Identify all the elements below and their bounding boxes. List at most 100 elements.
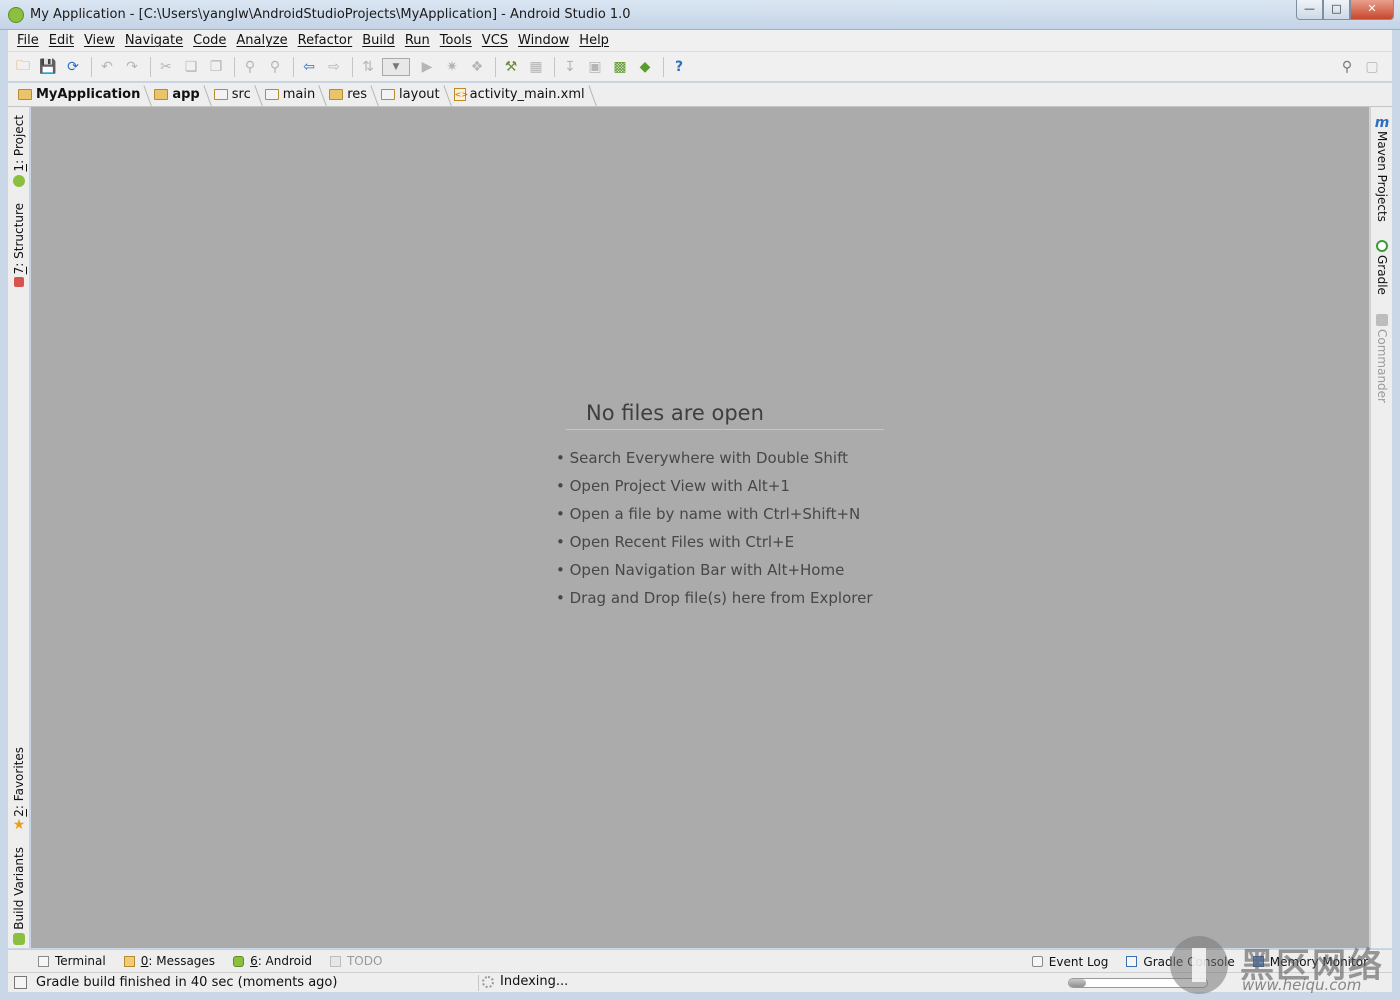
menu-build[interactable]: Build (357, 33, 400, 48)
mnemonic: 2 (12, 809, 26, 817)
toolbar-separator (495, 56, 496, 77)
tool-tab-gradle[interactable]: Gradle (1371, 237, 1393, 295)
tool-tab-todo[interactable]: TODO (329, 954, 382, 968)
open-icon[interactable]: 🗀 (12, 56, 34, 78)
toggle-tool-windows-icon[interactable] (14, 976, 27, 989)
menu-analyze[interactable]: Analyze (231, 33, 292, 48)
breadcrumb-res[interactable]: res (327, 83, 371, 107)
tool-tab-commander[interactable]: Commander (1371, 311, 1393, 403)
replace-icon[interactable]: ⚲ (264, 56, 286, 78)
device-monitor-icon[interactable]: ▩ (609, 56, 631, 78)
paste-icon[interactable]: ❐ (205, 56, 227, 78)
run-config-combo[interactable]: ▼ (382, 57, 410, 76)
breadcrumb-layout[interactable]: layout (379, 83, 444, 107)
folder-icon (381, 89, 396, 100)
tool-tab-label: 7: Structure (12, 203, 26, 274)
forward-icon[interactable]: ⇨ (323, 56, 345, 78)
breadcrumb-app[interactable]: app (152, 83, 203, 107)
tool-tab-android[interactable]: 6: Android (233, 954, 312, 968)
copy-icon[interactable]: ❏ (180, 56, 202, 78)
breadcrumb-activity-main-xml[interactable]: <> activity_main.xml (452, 83, 589, 107)
settings-icon[interactable]: ▦ (525, 56, 547, 78)
debug-icon[interactable]: ✷ (441, 56, 463, 78)
android-studio-app-icon (8, 7, 24, 23)
sync-icon[interactable]: ⟳ (62, 56, 84, 78)
editor-area[interactable]: No files are open Search Everywhere with… (31, 107, 1369, 948)
breadcrumb-label: MyApplication (36, 87, 141, 102)
tool-tab-label: : Android (257, 954, 312, 968)
search-everywhere-icon[interactable]: ⚲ (1336, 56, 1358, 78)
tool-windows-icon[interactable]: ▢ (1361, 56, 1383, 78)
menu-help[interactable]: Help (574, 33, 614, 48)
menu-view[interactable]: View (79, 33, 120, 48)
toolbar-separator (352, 56, 353, 77)
toolbar-separator (91, 56, 92, 77)
tool-tab-maven-projects[interactable]: m Maven Projects (1371, 115, 1393, 222)
mnemonic: 1 (12, 163, 26, 172)
tool-tab-event-log[interactable]: Event Log (1031, 955, 1108, 969)
tool-tab-label: Maven Projects (1375, 131, 1389, 222)
mnemonic: 7 (12, 266, 26, 275)
tool-tab-label: 1: Project (12, 115, 26, 172)
menu-bar: File Edit View Navigate Code Analyze Ref… (8, 30, 1392, 52)
tool-tab-label: 2: Favorites (12, 747, 26, 817)
tool-tab-favorites[interactable]: 2: Favorites ★ (8, 747, 30, 833)
menu-window[interactable]: Window (513, 33, 574, 48)
tool-tab-build-variants[interactable]: Build Variants (8, 847, 30, 948)
tool-tab-terminal[interactable]: Terminal (38, 954, 106, 968)
label-text: : Project (12, 115, 26, 164)
gradle-icon (1376, 240, 1388, 252)
attach-icon[interactable]: ❖ (466, 56, 488, 78)
folder-icon (329, 89, 344, 100)
menu-vcs[interactable]: VCS (477, 33, 513, 48)
breadcrumb-label: layout (399, 87, 440, 102)
menu-edit[interactable]: Edit (44, 33, 79, 48)
menu-file[interactable]: File (12, 33, 44, 48)
run-icon[interactable]: ▶ (416, 56, 438, 78)
redo-icon[interactable]: ↷ (121, 56, 143, 78)
tool-tab-label: Gradle (1375, 255, 1389, 295)
structure-icon (14, 277, 24, 288)
undo-icon[interactable]: ↶ (96, 56, 118, 78)
menu-navigate[interactable]: Navigate (120, 33, 188, 48)
help-icon[interactable]: ? (668, 56, 690, 78)
menu-run[interactable]: Run (400, 33, 435, 48)
close-button[interactable]: ✕ (1350, 0, 1394, 20)
right-tool-stripe: m Maven Projects Gradle Commander (1370, 107, 1392, 948)
cut-icon[interactable]: ✂ (155, 56, 177, 78)
avd-manager-icon[interactable]: ▣ (584, 56, 606, 78)
find-icon[interactable]: ⚲ (239, 56, 261, 78)
menu-refactor[interactable]: Refactor (293, 33, 358, 48)
folder-icon (18, 89, 32, 100)
project-structure-icon[interactable]: ⚒ (500, 56, 522, 78)
menu-code[interactable]: Code (188, 33, 231, 48)
menu-tools[interactable]: Tools (435, 33, 477, 48)
breadcrumb-label: res (347, 87, 368, 102)
toolbar-separator (554, 56, 555, 77)
android-icon[interactable]: ◆ (634, 56, 656, 78)
breadcrumb-label: main (282, 87, 316, 102)
hint-item: Search Everywhere with Double Shift (556, 447, 873, 475)
breadcrumb-src[interactable]: src (212, 83, 255, 107)
back-icon[interactable]: ⇦ (298, 56, 320, 78)
breadcrumb-myapplication[interactable]: MyApplication (16, 83, 144, 107)
minimize-button[interactable]: — (1296, 0, 1323, 20)
breadcrumb-label: src (231, 87, 251, 102)
site-watermark: 黑区网络 www.heiqu.com (1168, 936, 1394, 998)
background-task[interactable]: Indexing... (482, 974, 568, 989)
tool-tab-messages[interactable]: 0: Messages (123, 954, 215, 968)
breadcrumb-main[interactable]: main (263, 83, 319, 107)
make-icon[interactable]: ⇅ (357, 56, 379, 78)
tool-tab-project[interactable]: 1: Project (8, 115, 30, 190)
sdk-manager-icon[interactable]: ↧ (559, 56, 581, 78)
breadcrumb-label: activity_main.xml (469, 87, 585, 102)
progress-fill (1069, 979, 1086, 987)
status-message[interactable]: Gradle build finished in 40 sec (moments… (36, 975, 337, 990)
watermark-url: www.heiqu.com (1242, 976, 1362, 994)
navigation-bar: MyApplication app src main res layout <>… (8, 83, 1392, 107)
tool-tab-structure[interactable]: 7: Structure (8, 203, 30, 290)
terminal-icon (38, 955, 49, 967)
gradle-console-icon (1126, 956, 1138, 967)
save-icon[interactable]: 💾 (37, 56, 59, 78)
maximize-button[interactable]: □ (1323, 0, 1350, 20)
